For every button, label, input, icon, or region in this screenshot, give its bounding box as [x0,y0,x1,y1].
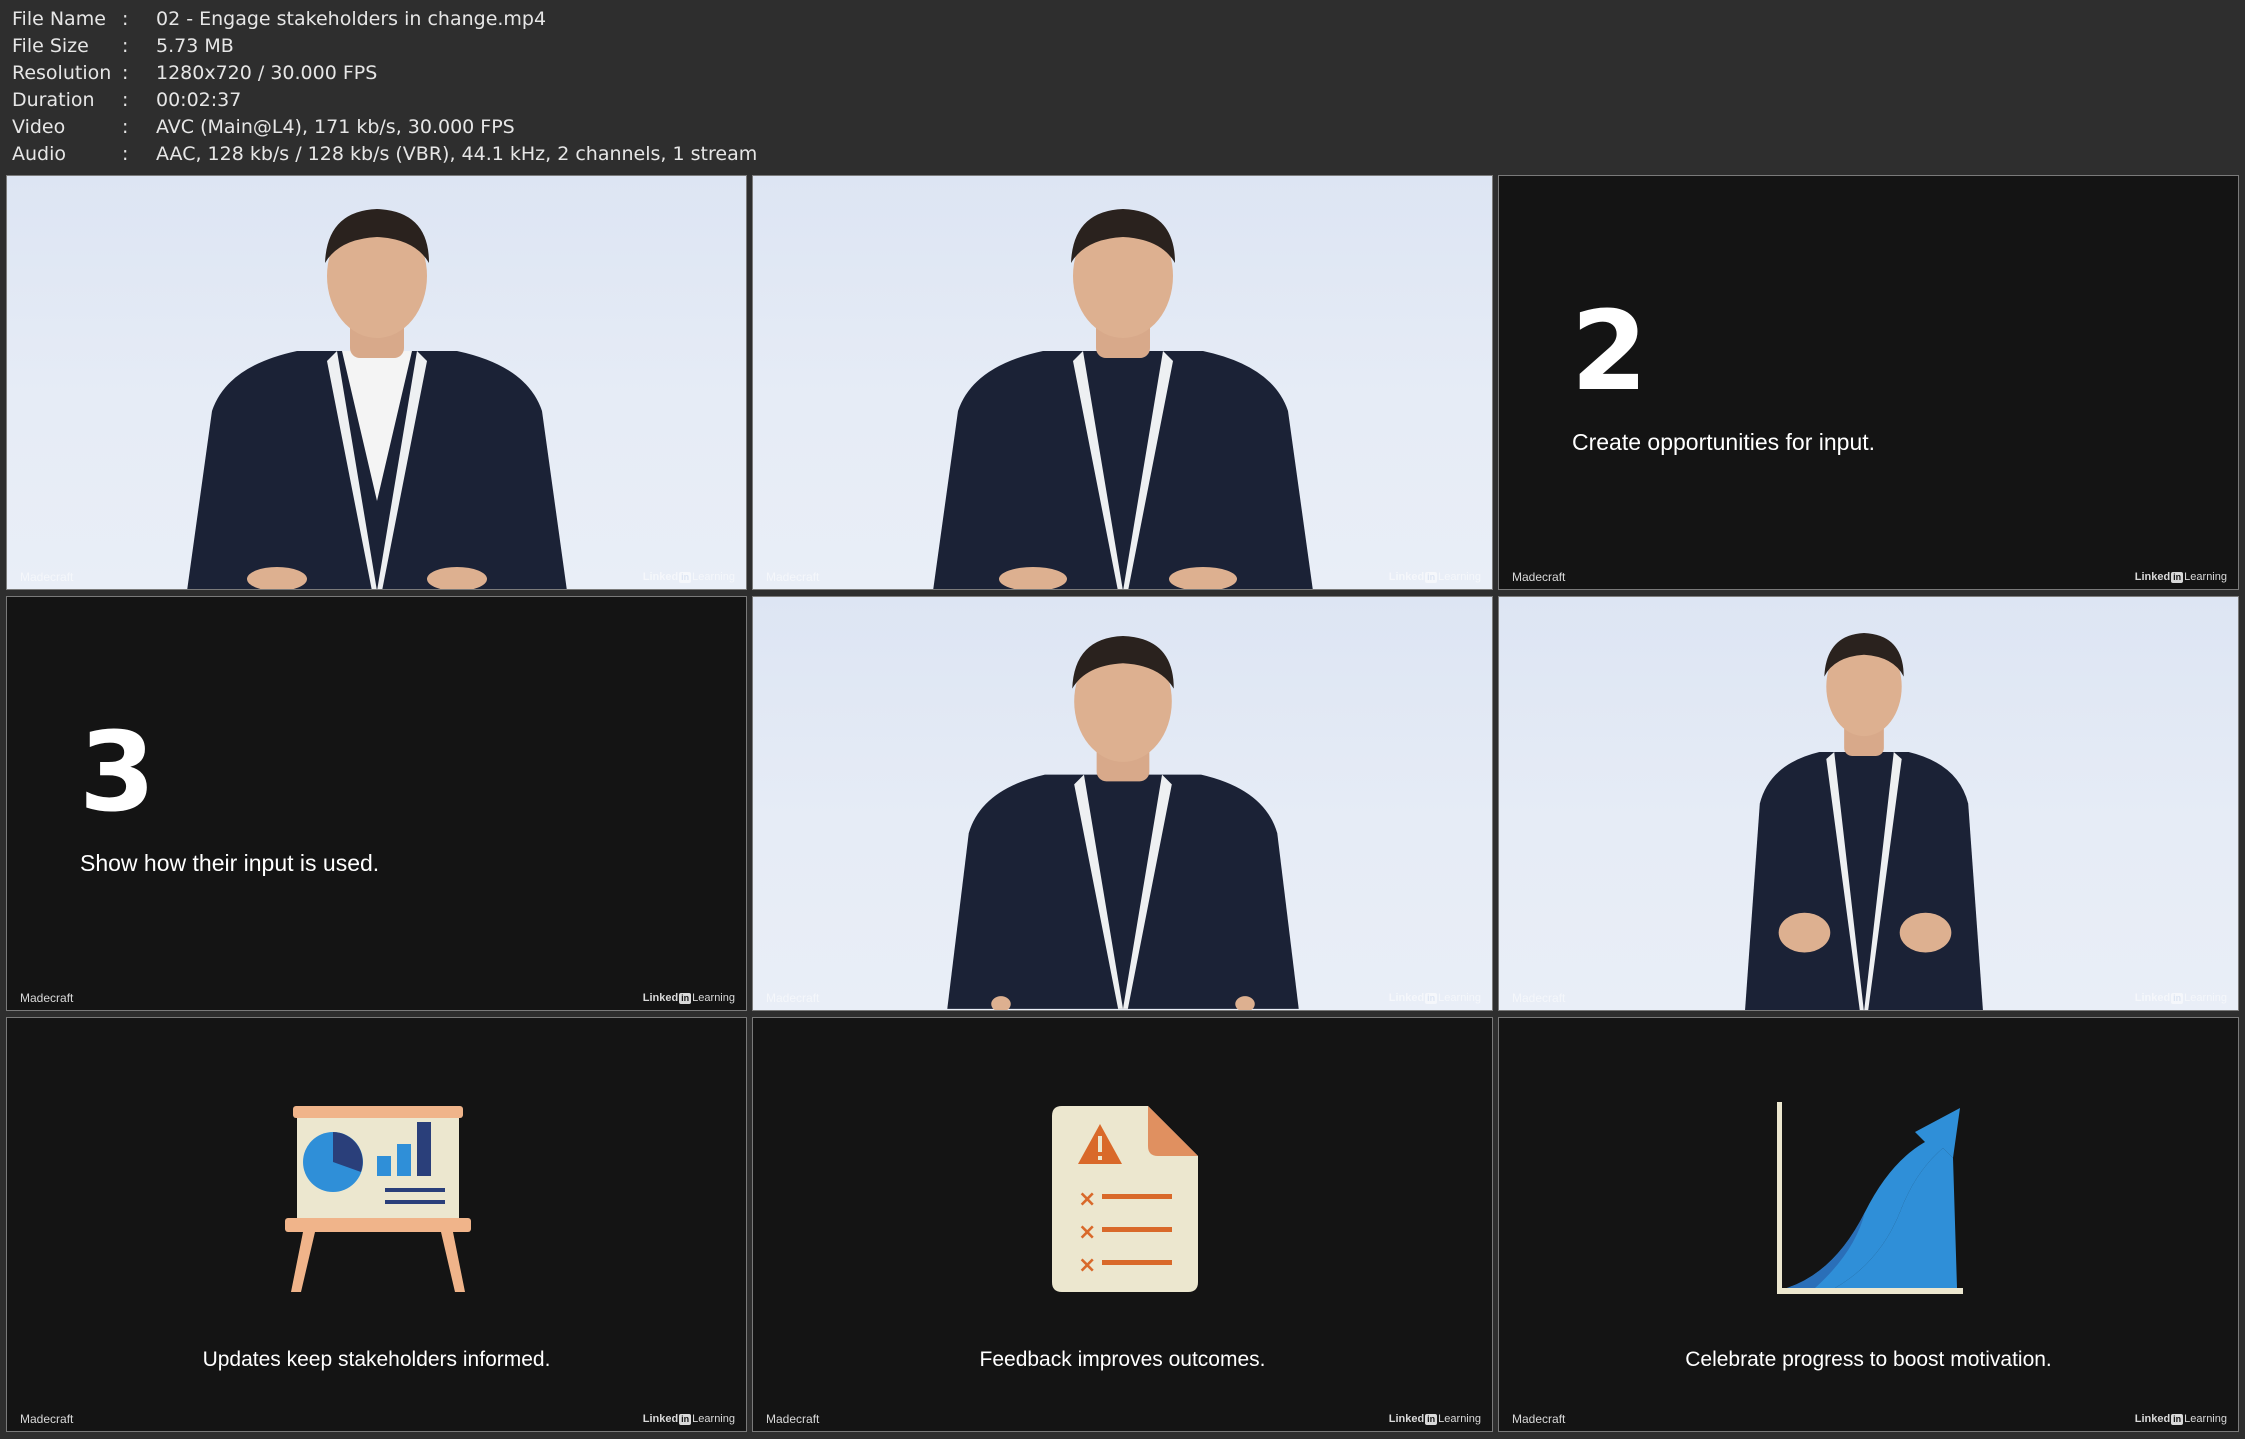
meta-value: 02 - Engage stakeholders in change.mp4 [156,8,547,30]
learning-word: Learning [692,1413,735,1425]
slide-number: 2 [1571,287,1648,415]
slide-text: Show how their input is used. [80,850,380,876]
slide-caption: Updates keep stakeholders informed. [202,1348,551,1371]
meta-row-file-name: File Name : 02 - Engage stakeholders in … [12,6,757,33]
thumbnail-grid: Madecraft Linked in Learning Madecraft L… [0,172,2245,1439]
linkedin-word: Linked [642,992,679,1004]
meta-key: File Name [12,8,106,30]
slide-caption: Feedback improves outcomes. [979,1348,1266,1371]
madecraft-logo: Madecraft [1512,1412,1566,1426]
meta-row-file-size: File Size : 5.73 MB [12,33,757,60]
linkedin-in-badge: in [679,992,692,1004]
meta-row-duration: Duration : 00:02:37 [12,87,757,114]
presenter-figure [933,209,1313,589]
slide-caption: Celebrate progress to boost motivation. [1685,1348,2052,1371]
linkedin-learning-logo: Linked in Learning [1389,992,1481,1004]
meta-separator: : [122,8,129,30]
learning-word: Learning [2184,992,2227,1004]
meta-value: 5.73 MB [156,35,234,57]
presenter-figure [187,209,567,589]
thumbnail-presenter-3[interactable]: Madecraft Linked in Learning [752,596,1493,1011]
linkedin-in-badge: in [2171,992,2184,1004]
svg-text:×: × [1078,1187,1096,1212]
learning-word: Learning [2184,571,2227,583]
linkedin-in-badge: in [679,1413,692,1425]
linkedin-in-badge: in [1425,992,1438,1004]
meta-value: AVC (Main@L4), 171 kb/s, 30.000 FPS [156,116,515,138]
presenter-figure [1745,632,1983,1010]
meta-separator: : [122,62,129,84]
meta-key: Audio [12,143,67,165]
linkedin-word: Linked [642,571,679,583]
linkedin-learning-logo: Linked in Learning [2135,571,2227,583]
meta-row-audio: Audio : AAC, 128 kb/s / 128 kb/s (VBR), … [12,141,757,168]
linkedin-word: Linked [2134,1413,2171,1425]
thumbnail-slide-celebrate[interactable]: Celebrate progress to boost motivation. … [1498,1017,2239,1432]
meta-key: File Size [12,35,89,57]
slide-text: Create opportunities for input. [1572,429,1876,455]
meta-row-resolution: Resolution : 1280x720 / 30.000 FPS [12,60,757,87]
meta-key: Video [12,116,66,138]
madecraft-logo: Madecraft [1512,991,1566,1005]
learning-word: Learning [1438,1413,1481,1425]
madecraft-logo: Madecraft [20,1412,74,1426]
madecraft-logo: Madecraft [20,570,74,584]
linkedin-learning-logo: Linked in Learning [643,992,735,1004]
linkedin-in-badge: in [2171,1413,2184,1425]
linkedin-learning-logo: Linked in Learning [1389,571,1481,583]
svg-text:×: × [1078,1253,1096,1278]
madecraft-logo: Madecraft [766,1412,820,1426]
file-metadata: File Name : 02 - Engage stakeholders in … [12,6,757,168]
meta-separator: : [122,35,129,57]
linkedin-word: Linked [2134,571,2171,583]
meta-separator: : [122,143,129,165]
meta-row-video: Video : AVC (Main@L4), 171 kb/s, 30.000 … [12,114,757,141]
learning-word: Learning [1438,571,1481,583]
linkedin-learning-logo: Linked in Learning [643,1413,735,1425]
linkedin-word: Linked [642,1413,679,1425]
meta-separator: : [122,89,129,111]
linkedin-in-badge: in [1425,1413,1438,1425]
linkedin-in-badge: in [1425,571,1438,583]
linkedin-in-badge: in [2171,571,2184,583]
growth-chart-icon [1777,1102,1963,1294]
meta-key: Duration [12,89,95,111]
thumbnail-presenter-1[interactable]: Madecraft Linked in Learning [6,175,747,590]
madecraft-logo: Madecraft [766,570,820,584]
meta-value: AAC, 128 kb/s / 128 kb/s (VBR), 44.1 kHz… [156,143,758,165]
thumbnail-slide-updates[interactable]: Updates keep stakeholders informed. Made… [6,1017,747,1432]
linkedin-word: Linked [1388,571,1425,583]
linkedin-word: Linked [2134,992,2171,1004]
meta-key: Resolution [12,62,112,84]
linkedin-learning-logo: Linked in Learning [2135,1413,2227,1425]
linkedin-word: Linked [1388,992,1425,1004]
linkedin-in-badge: in [679,571,692,583]
linkedin-learning-logo: Linked in Learning [2135,992,2227,1004]
learning-word: Learning [692,992,735,1004]
thumbnail-slide-2[interactable]: 2 Create opportunities for input. Madecr… [1498,175,2239,590]
madecraft-logo: Madecraft [766,991,820,1005]
learning-word: Learning [2184,1413,2227,1425]
madecraft-logo: Madecraft [20,991,74,1005]
meta-value: 1280x720 / 30.000 FPS [156,62,378,84]
learning-word: Learning [1438,992,1481,1004]
slide-number: 3 [79,708,156,836]
learning-word: Learning [692,571,735,583]
thumbnail-slide-3[interactable]: 3 Show how their input is used. Madecraf… [6,596,747,1011]
presentation-board-icon [285,1106,471,1292]
thumbnail-slide-feedback[interactable]: × × × Feedback improves outcomes. Madecr… [752,1017,1493,1432]
presenter-figure [947,635,1299,1010]
thumbnail-presenter-4[interactable]: Madecraft Linked in Learning [1498,596,2239,1011]
linkedin-learning-logo: Linked in Learning [1389,1413,1481,1425]
svg-text:×: × [1078,1220,1096,1245]
linkedin-learning-logo: Linked in Learning [643,571,735,583]
linkedin-word: Linked [1388,1413,1425,1425]
madecraft-logo: Madecraft [1512,570,1566,584]
meta-separator: : [122,116,129,138]
feedback-document-icon: × × × [1052,1106,1198,1292]
thumbnail-presenter-2[interactable]: Madecraft Linked in Learning [752,175,1493,590]
meta-value: 00:02:37 [156,89,242,111]
